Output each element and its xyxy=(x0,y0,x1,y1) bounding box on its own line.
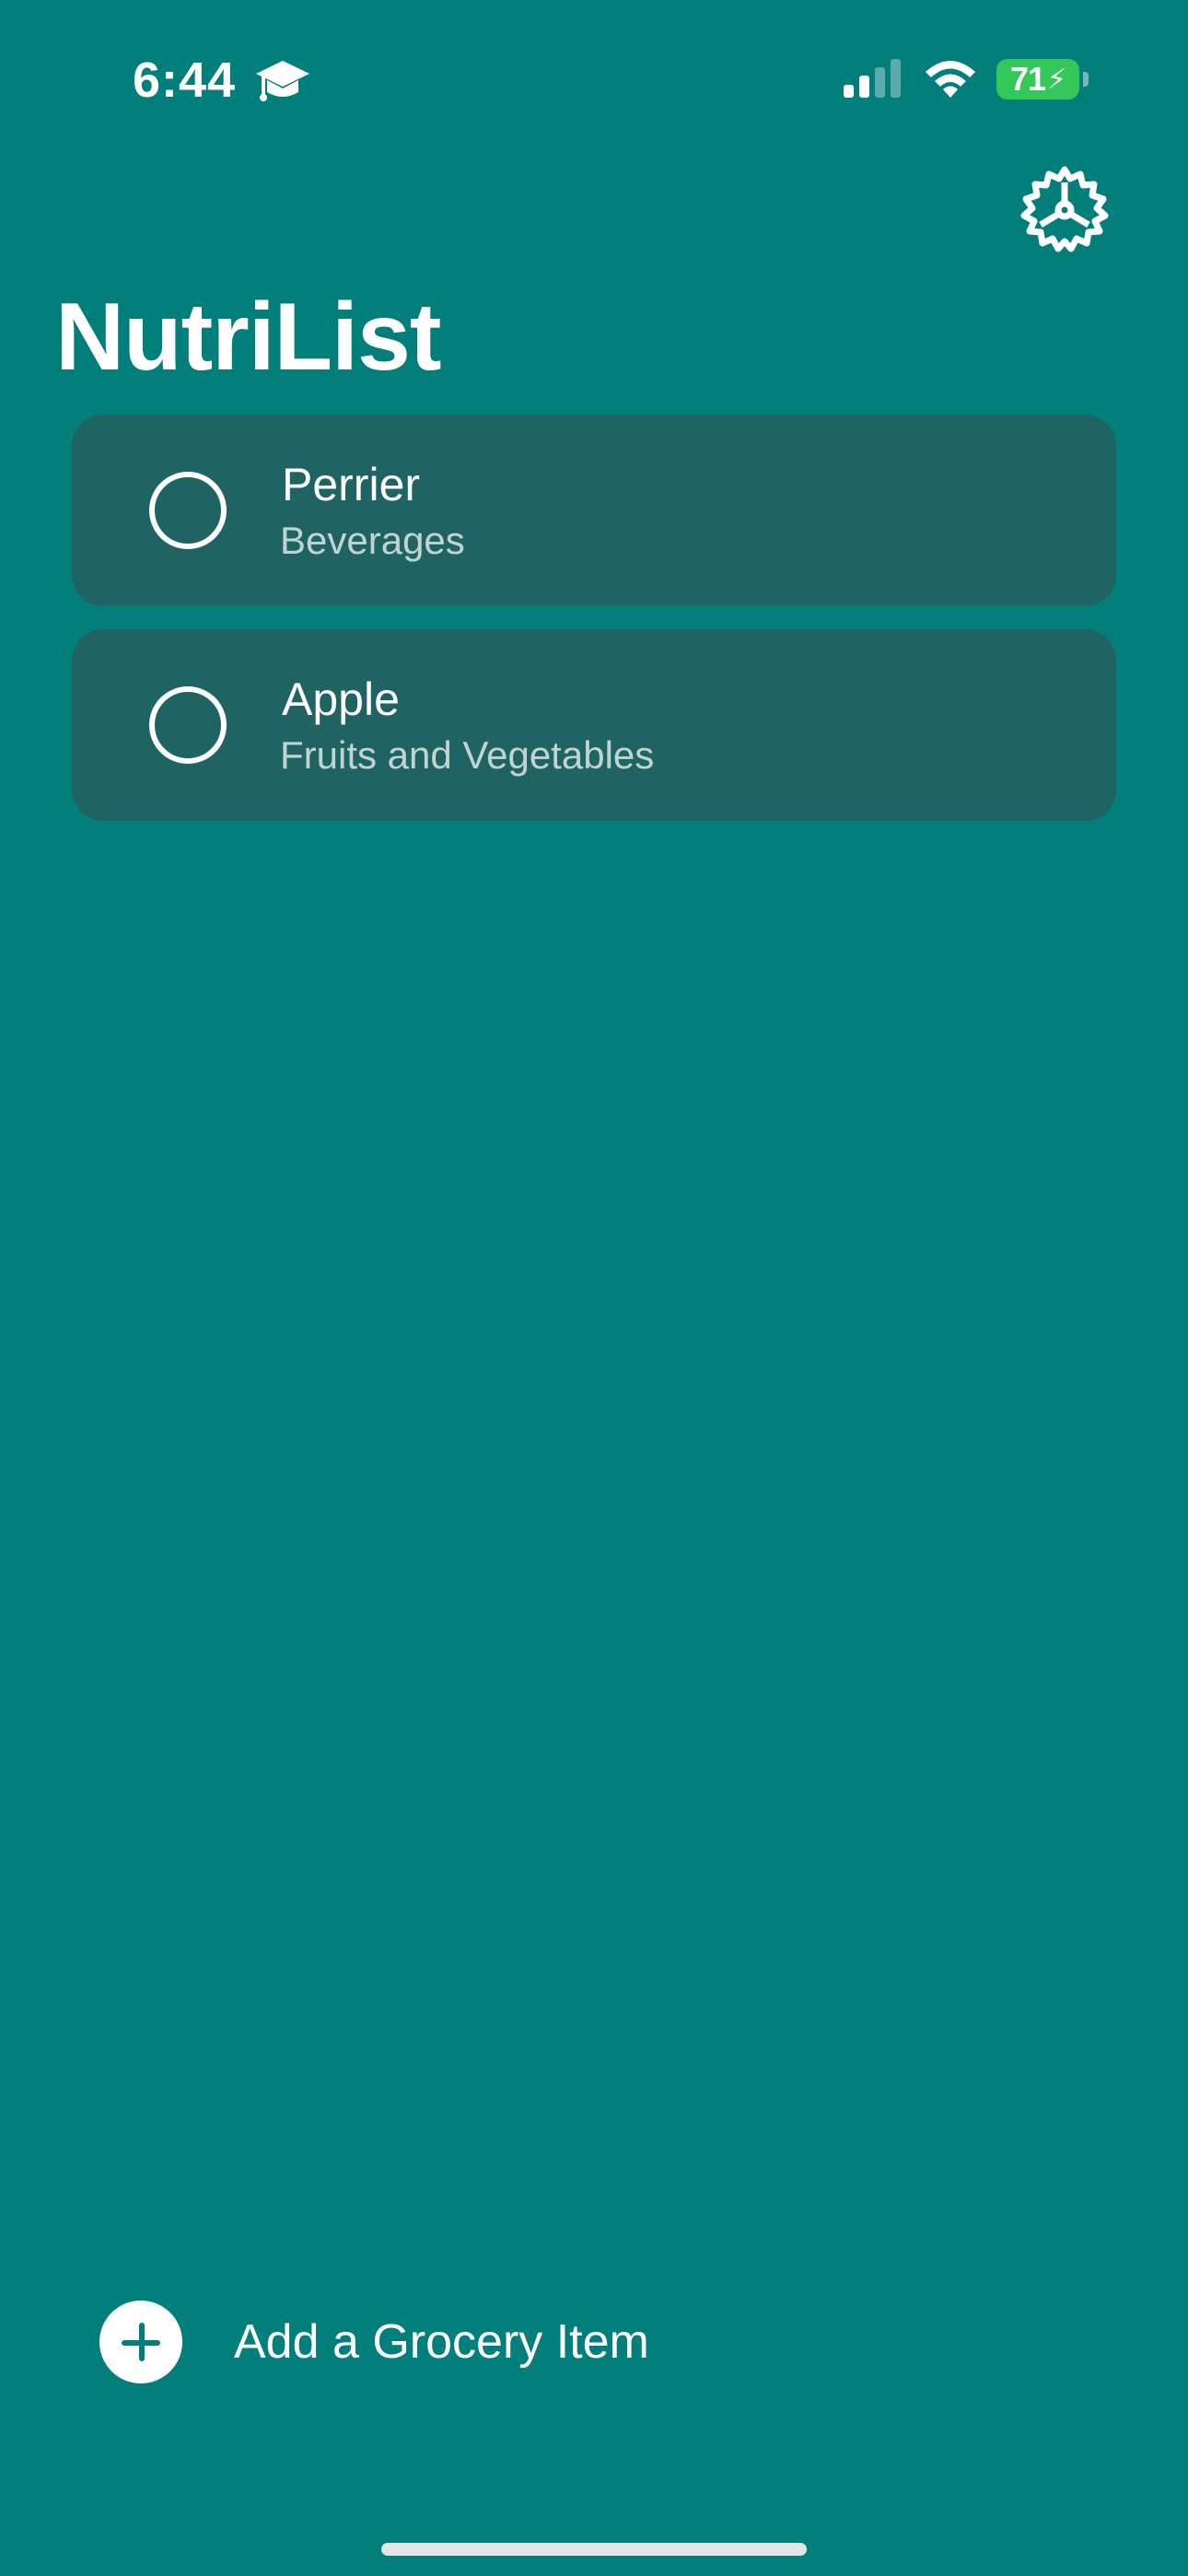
checkbox-circle-icon[interactable] xyxy=(149,472,227,549)
battery-cap xyxy=(1083,72,1089,87)
wifi-icon xyxy=(926,61,975,98)
checkbox-circle-icon[interactable] xyxy=(149,686,227,764)
add-grocery-item-label[interactable]: Add a Grocery Item xyxy=(234,2313,649,2371)
plus-circle-icon[interactable] xyxy=(99,2301,182,2383)
gear-icon[interactable] xyxy=(1019,164,1111,256)
item-category: Beverages xyxy=(280,519,465,562)
status-time: 6:44 xyxy=(133,53,237,108)
charging-bolt-icon: ⚡ xyxy=(1046,64,1066,95)
item-category: Fruits and Vegetables xyxy=(280,733,655,777)
page-title: NutriList xyxy=(55,284,442,391)
item-name: Apple xyxy=(282,673,400,725)
cellular-signal-icon xyxy=(844,59,901,98)
battery-level: 71 xyxy=(1009,60,1046,98)
graduation-cap-icon xyxy=(256,61,309,101)
battery-indicator: 71 ⚡ xyxy=(996,59,1079,100)
home-indicator[interactable] xyxy=(381,2543,807,2556)
item-name: Perrier xyxy=(282,459,421,510)
grocery-item-row[interactable]: Apple Fruits and Vegetables xyxy=(72,629,1116,821)
app-screen: 6:44 71 ⚡ NutriList Perrier Beverages Ap… xyxy=(0,0,1188,2576)
add-grocery-item-button[interactable]: Add a Grocery Item xyxy=(99,2300,649,2384)
grocery-item-row[interactable]: Perrier Beverages xyxy=(72,415,1116,606)
